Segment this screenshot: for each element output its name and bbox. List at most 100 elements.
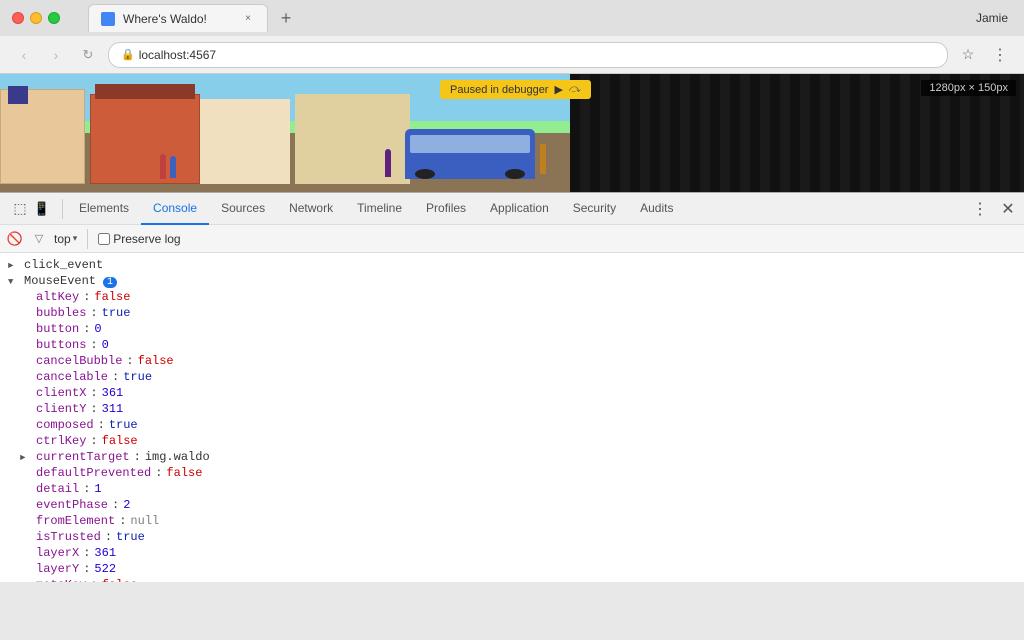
reload-button[interactable]: ↻ bbox=[76, 43, 100, 67]
property-key: buttons bbox=[36, 338, 86, 352]
colon: : bbox=[90, 338, 97, 352]
console-output[interactable]: ►click_event▼MouseEvent1altKey: falsebub… bbox=[0, 253, 1024, 582]
minimize-button[interactable] bbox=[30, 12, 42, 24]
colon: : bbox=[112, 498, 119, 512]
more-options-icon[interactable]: ⋮ bbox=[968, 197, 992, 221]
property-value: false bbox=[102, 578, 138, 582]
console-line[interactable]: eventPhase: 2 bbox=[0, 497, 1024, 513]
tab-application[interactable]: Application bbox=[478, 193, 561, 225]
property-value: null bbox=[130, 514, 159, 528]
property-key: layerY bbox=[36, 562, 79, 576]
colon: : bbox=[83, 322, 90, 336]
property-value: true bbox=[102, 306, 131, 320]
colon: : bbox=[90, 578, 97, 582]
console-line[interactable]: cancelBubble: false bbox=[0, 353, 1024, 369]
person-3 bbox=[385, 149, 391, 177]
bookmark-icon[interactable]: ☆ bbox=[956, 43, 980, 67]
tab-elements[interactable]: Elements bbox=[67, 193, 141, 225]
step-button[interactable]: ⤼ bbox=[569, 83, 581, 96]
property-value: true bbox=[116, 530, 145, 544]
bus-windows bbox=[410, 135, 530, 153]
toolbar-separator bbox=[62, 199, 63, 219]
tab-security[interactable]: Security bbox=[561, 193, 628, 225]
person-2 bbox=[170, 156, 176, 178]
expand-arrow-icon[interactable]: ▼ bbox=[8, 277, 20, 287]
tab-profiles[interactable]: Profiles bbox=[414, 193, 478, 225]
console-line[interactable]: altKey: false bbox=[0, 289, 1024, 305]
tab-audits[interactable]: Audits bbox=[628, 193, 685, 225]
event-count-badge: 1 bbox=[103, 277, 117, 288]
console-line[interactable]: composed: true bbox=[0, 417, 1024, 433]
colon: : bbox=[134, 450, 141, 464]
context-label: top bbox=[54, 232, 71, 246]
context-selector[interactable]: top ▾ bbox=[54, 232, 77, 246]
console-line[interactable]: ctrlKey: false bbox=[0, 433, 1024, 449]
colon: : bbox=[90, 386, 97, 400]
maximize-button[interactable] bbox=[48, 12, 60, 24]
url-bar[interactable]: 🔒 localhost:4567 bbox=[108, 42, 948, 68]
console-line[interactable]: buttons: 0 bbox=[0, 337, 1024, 353]
debugger-text: Paused in debugger bbox=[450, 84, 548, 96]
console-line[interactable]: ►currentTarget: img.waldo bbox=[0, 449, 1024, 465]
property-value: 1 bbox=[94, 482, 101, 496]
tab-sources[interactable]: Sources bbox=[209, 193, 277, 225]
console-line[interactable]: fromElement: null bbox=[0, 513, 1024, 529]
property-value: false bbox=[102, 434, 138, 448]
console-line[interactable]: defaultPrevented: false bbox=[0, 465, 1024, 481]
property-value: 0 bbox=[94, 322, 101, 336]
preserve-log-toggle[interactable]: Preserve log bbox=[98, 232, 180, 246]
devtools-tabs: Elements Console Sources Network Timelin… bbox=[67, 193, 968, 225]
console-line[interactable]: ►click_event bbox=[0, 257, 1024, 273]
settings-icon[interactable]: ⋮ bbox=[988, 43, 1012, 67]
address-bar: ‹ › ↻ 🔒 localhost:4567 ☆ ⋮ bbox=[0, 36, 1024, 74]
back-button[interactable]: ‹ bbox=[12, 43, 36, 67]
building-3 bbox=[200, 99, 290, 184]
property-value: img.waldo bbox=[145, 450, 210, 464]
property-value: false bbox=[138, 354, 174, 368]
forward-button[interactable]: › bbox=[44, 43, 68, 67]
property-value: 0 bbox=[102, 338, 109, 352]
property-key: fromElement bbox=[36, 514, 115, 528]
expand-arrow-icon[interactable]: ► bbox=[20, 453, 32, 463]
console-line[interactable]: layerY: 522 bbox=[0, 561, 1024, 577]
console-line[interactable]: detail: 1 bbox=[0, 481, 1024, 497]
colon: : bbox=[126, 354, 133, 368]
console-line[interactable]: cancelable: true bbox=[0, 369, 1024, 385]
console-line[interactable]: layerX: 361 bbox=[0, 545, 1024, 561]
console-line[interactable]: metaKey: false bbox=[0, 577, 1024, 582]
preserve-log-checkbox[interactable] bbox=[98, 233, 110, 245]
filter-icon[interactable]: ▽ bbox=[30, 230, 48, 248]
active-tab[interactable]: Where's Waldo! × bbox=[88, 4, 268, 32]
colon: : bbox=[98, 418, 105, 432]
property-value: 311 bbox=[102, 402, 124, 416]
bus bbox=[405, 129, 535, 179]
property-key: isTrusted bbox=[36, 530, 101, 544]
resume-button[interactable]: ▶ bbox=[554, 83, 562, 96]
console-line[interactable]: button: 0 bbox=[0, 321, 1024, 337]
property-key: button bbox=[36, 322, 79, 336]
person-4 bbox=[540, 144, 546, 174]
console-toolbar: 🚫 ▽ top ▾ Preserve log bbox=[0, 225, 1024, 253]
close-button[interactable] bbox=[12, 12, 24, 24]
console-line[interactable]: isTrusted: true bbox=[0, 529, 1024, 545]
property-value: 2 bbox=[123, 498, 130, 512]
clear-console-icon[interactable]: 🚫 bbox=[6, 230, 24, 248]
traffic-lights bbox=[12, 12, 60, 24]
tab-close-button[interactable]: × bbox=[241, 12, 255, 26]
devtools-close-button[interactable]: ✕ bbox=[996, 197, 1020, 221]
tab-network[interactable]: Network bbox=[277, 193, 345, 225]
colon: : bbox=[90, 402, 97, 416]
console-line[interactable]: bubbles: true bbox=[0, 305, 1024, 321]
expand-arrow-icon[interactable]: ► bbox=[8, 261, 20, 271]
console-line[interactable]: clientX: 361 bbox=[0, 385, 1024, 401]
console-line[interactable]: clientY: 311 bbox=[0, 401, 1024, 417]
tab-timeline[interactable]: Timeline bbox=[345, 193, 414, 225]
property-key: clientX bbox=[36, 386, 86, 400]
colon: : bbox=[119, 514, 126, 528]
device-icon[interactable]: 📱 bbox=[32, 199, 52, 219]
new-tab-button[interactable]: + bbox=[272, 4, 300, 32]
tab-console[interactable]: Console bbox=[141, 193, 209, 225]
console-line[interactable]: ▼MouseEvent1 bbox=[0, 273, 1024, 289]
inspect-icon[interactable]: ⬚ bbox=[10, 199, 30, 219]
user-profile[interactable]: Jamie bbox=[976, 11, 1012, 25]
